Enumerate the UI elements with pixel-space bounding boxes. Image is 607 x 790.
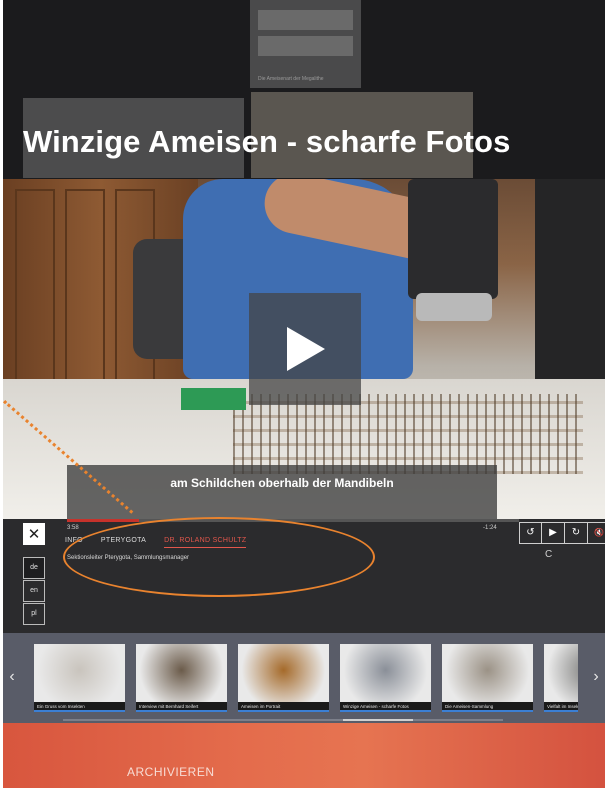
thumbnail-label: Die Ameisen-Sammlung [442, 702, 533, 712]
insect-collection-tray [233, 394, 583, 474]
footer-bar: ARCHIVIEREN [3, 723, 605, 788]
thumbnail-image [442, 644, 533, 702]
strip-scrollbar-thumb[interactable] [343, 719, 413, 721]
thumbnail-list: Ein Gruss vom Insekten Interview mit Ber… [34, 644, 578, 712]
info-tabs: INFO PTERYGOTA DR. ROLAND SCHULTZ [65, 537, 264, 548]
thumbnail-image [340, 644, 431, 702]
archive-button[interactable]: ARCHIVIEREN [127, 765, 215, 779]
strip-next-button[interactable]: › [589, 667, 603, 687]
background-tile-caption: Die Ameisenart der Megalithe [258, 76, 324, 82]
close-icon: ✕ [27, 526, 41, 543]
progress-fill [67, 519, 140, 522]
language-de[interactable]: de [23, 557, 45, 579]
thumbnail-item[interactable]: Vielfalt im Insekten [544, 644, 578, 712]
play-icon: ▶ [549, 527, 557, 538]
thumbnail-label: Ameisen im Portrait [238, 702, 329, 712]
loading-indicator: C [545, 549, 553, 560]
chevron-right-icon: › [593, 668, 599, 685]
thumbnail-item[interactable]: Winzige Ameisen - scharfe Fotos [340, 644, 431, 712]
thumbnail-image [34, 644, 125, 702]
close-button[interactable]: ✕ [23, 523, 45, 545]
video-scene-microscope [408, 179, 498, 321]
replay-icon: ↺ [526, 527, 535, 538]
thumbnail-strip: ‹ Ein Gruss vom Insekten Interview mit B… [3, 633, 605, 723]
forward-icon: ↻ [571, 527, 581, 538]
thumbnail-image [136, 644, 227, 702]
play-button[interactable] [249, 293, 361, 405]
mute-button[interactable]: 🔇 [588, 522, 605, 544]
play-pause-button[interactable]: ▶ [542, 522, 565, 544]
play-icon [287, 327, 325, 371]
language-en[interactable]: en [23, 580, 45, 602]
time-remaining: -1:24 [483, 525, 497, 531]
replay-button[interactable]: ↺ [519, 522, 542, 544]
tab-pterygota[interactable]: PTERYGOTA [101, 537, 146, 548]
playback-controls: ↺ ▶ ↻ 🔇 [519, 522, 605, 544]
subtitle-text: am Schildchen oberhalb der Mandibeln [170, 476, 394, 490]
chevron-left-icon: ‹ [9, 668, 15, 685]
time-current: 3:58 [67, 525, 79, 531]
thumbnail-item[interactable]: Ein Gruss vom Insekten [34, 644, 125, 712]
thumbnail-label: Ein Gruss vom Insekten [34, 702, 125, 712]
thumbnail-item[interactable]: Die Ameisen-Sammlung [442, 644, 533, 712]
thumbnail-image [544, 644, 578, 702]
thumbnail-item[interactable]: Interview mit Bernhard Seifert [136, 644, 227, 712]
video-player[interactable]: am Schildchen oberhalb der Mandibeln [3, 179, 605, 519]
thumbnail-label: Winzige Ameisen - scharfe Fotos [340, 702, 431, 712]
page-title: Winzige Ameisen - scharfe Fotos [23, 124, 511, 159]
speaker-description: Sektionsleiter Pterygota, Sammlungsmanag… [67, 555, 190, 561]
thumbnail-image [238, 644, 329, 702]
thumbnail-label: Vielfalt im Insekten [544, 702, 578, 712]
progress-bar[interactable] [67, 519, 519, 522]
background-tile: Die Ameisenart der Megalithe [250, 0, 361, 88]
app-frame: Die Ameisenart der Megalithe Winzige Ame… [3, 0, 605, 788]
language-pl[interactable]: pl [23, 603, 45, 625]
mute-icon: 🔇 [594, 528, 604, 537]
strip-prev-button[interactable]: ‹ [5, 667, 19, 687]
subtitle-overlay: am Schildchen oberhalb der Mandibeln [67, 465, 497, 519]
tab-info[interactable]: INFO [65, 537, 83, 548]
forward-button[interactable]: ↻ [565, 522, 588, 544]
strip-scrollbar[interactable] [63, 719, 503, 721]
tab-dr-roland-schultz[interactable]: DR. ROLAND SCHULTZ [164, 537, 247, 548]
control-bar: 3:58 -1:24 ✕ INFO PTERYGOTA DR. ROLAND S… [3, 519, 605, 633]
thumbnail-label: Interview mit Bernhard Seifert [136, 702, 227, 712]
language-selector: de en pl [23, 557, 45, 626]
thumbnail-item[interactable]: Ameisen im Portrait [238, 644, 329, 712]
